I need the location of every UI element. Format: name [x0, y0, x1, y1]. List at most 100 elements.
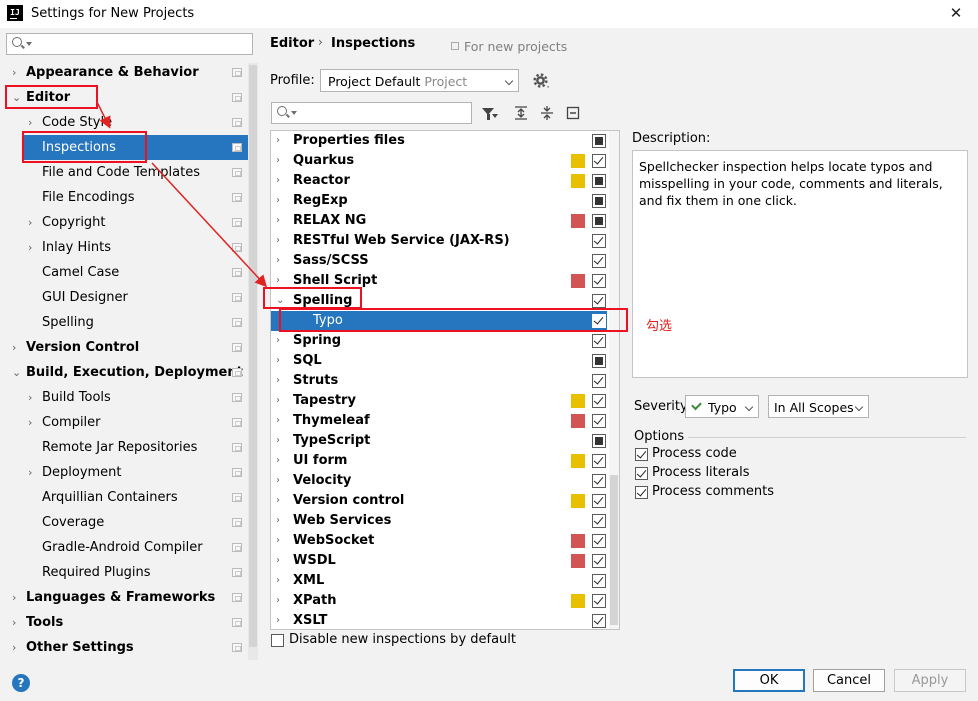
disable-new-inspections-label[interactable]: Disable new inspections by default — [289, 632, 516, 647]
chevron-right-icon[interactable]: › — [276, 251, 280, 271]
chevron-right-icon[interactable]: › — [276, 411, 280, 431]
chevron-right-icon[interactable]: › — [276, 151, 280, 171]
inspection-search-input[interactable] — [271, 102, 472, 124]
sidebar-item-remote-jar-repositories[interactable]: Remote Jar Repositories — [0, 435, 248, 460]
inspection-row-wsdl[interactable]: › WSDL — [271, 551, 607, 571]
chevron-right-icon[interactable]: › — [276, 391, 280, 411]
sidebar-item-file-and-code-templates[interactable]: File and Code Templates — [0, 160, 248, 185]
inspection-row-relax-ng[interactable]: › RELAX NG — [271, 211, 607, 231]
inspection-enabled-checkbox[interactable] — [592, 374, 606, 388]
sidebar-item-inlay-hints[interactable]: › Inlay Hints — [0, 235, 248, 260]
chevron-right-icon[interactable]: › — [28, 210, 32, 235]
inspection-enabled-checkbox[interactable] — [592, 254, 606, 268]
ok-button[interactable]: OK — [733, 669, 805, 692]
sidebar-item-copyright[interactable]: › Copyright — [0, 210, 248, 235]
inspection-row-ui-form[interactable]: › UI form — [271, 451, 607, 471]
inspection-enabled-checkbox[interactable] — [592, 334, 606, 348]
chevron-right-icon[interactable]: › — [276, 351, 280, 371]
inspection-enabled-checkbox[interactable] — [592, 474, 606, 488]
inspection-row-sql[interactable]: › SQL — [271, 351, 607, 371]
process-code-checkbox[interactable] — [635, 448, 648, 461]
inspection-enabled-checkbox[interactable] — [592, 354, 606, 368]
sidebar-item-other-settings[interactable]: › Other Settings — [0, 635, 248, 660]
sidebar-item-required-plugins[interactable]: Required Plugins — [0, 560, 248, 585]
inspection-row-spring[interactable]: › Spring — [271, 331, 607, 351]
chevron-right-icon[interactable]: › — [28, 410, 32, 435]
chevron-right-icon[interactable]: › — [276, 511, 280, 531]
sidebar-item-arquillian-containers[interactable]: Arquillian Containers — [0, 485, 248, 510]
inspection-enabled-checkbox[interactable] — [592, 174, 606, 188]
chevron-right-icon[interactable]: › — [276, 611, 280, 629]
inspection-enabled-checkbox[interactable] — [592, 534, 606, 548]
gear-icon[interactable] — [531, 71, 550, 90]
inspection-row-typescript[interactable]: › TypeScript — [271, 431, 607, 451]
inspection-row-xslt[interactable]: › XSLT — [271, 611, 607, 629]
scope-select[interactable]: In All Scopes — [768, 395, 869, 418]
process-comments-label[interactable]: Process comments — [652, 484, 774, 499]
sidebar-item-gui-designer[interactable]: GUI Designer — [0, 285, 248, 310]
apply-button[interactable]: Apply — [894, 669, 966, 692]
chevron-right-icon[interactable]: › — [276, 231, 280, 251]
inspection-enabled-checkbox[interactable] — [592, 414, 606, 428]
inspection-enabled-checkbox[interactable] — [592, 454, 606, 468]
chevron-right-icon[interactable]: › — [12, 635, 16, 660]
sidebar-item-compiler[interactable]: › Compiler — [0, 410, 248, 435]
inspections-scrollbar-thumb[interactable] — [610, 475, 618, 625]
chevron-right-icon[interactable]: › — [276, 131, 280, 151]
sidebar-item-coverage[interactable]: Coverage — [0, 510, 248, 535]
inspection-enabled-checkbox[interactable] — [592, 234, 606, 248]
disable-new-inspections-checkbox[interactable] — [271, 634, 284, 647]
inspection-row-websocket[interactable]: › WebSocket — [271, 531, 607, 551]
process-comments-checkbox[interactable] — [635, 486, 648, 499]
inspection-enabled-checkbox[interactable] — [592, 214, 606, 228]
inspection-enabled-checkbox[interactable] — [592, 494, 606, 508]
sidebar-item-gradle-android-compiler[interactable]: Gradle-Android Compiler — [0, 535, 248, 560]
sidebar-item-tools[interactable]: › Tools — [0, 610, 248, 635]
process-literals-label[interactable]: Process literals — [652, 465, 749, 480]
inspection-enabled-checkbox[interactable] — [592, 594, 606, 608]
sidebar-item-version-control[interactable]: › Version Control — [0, 335, 248, 360]
inspection-row-restful-web-service-jax-rs[interactable]: › RESTful Web Service (JAX-RS) — [271, 231, 607, 251]
sidebar-item-file-encodings[interactable]: File Encodings — [0, 185, 248, 210]
search-history-dropdown-icon[interactable] — [291, 111, 297, 115]
inspection-enabled-checkbox[interactable] — [592, 434, 606, 448]
inspection-enabled-checkbox[interactable] — [592, 514, 606, 528]
chevron-right-icon[interactable]: › — [276, 171, 280, 191]
filter-dropdown-icon[interactable] — [492, 114, 498, 118]
inspection-enabled-checkbox[interactable] — [592, 554, 606, 568]
chevron-right-icon[interactable]: › — [28, 460, 32, 485]
chevron-right-icon[interactable]: › — [28, 385, 32, 410]
chevron-right-icon[interactable]: › — [12, 60, 16, 85]
severity-select[interactable]: Typo — [685, 395, 759, 418]
settings-search-input[interactable] — [6, 33, 253, 55]
sidebar-item-deployment[interactable]: › Deployment — [0, 460, 248, 485]
chevron-right-icon[interactable]: › — [276, 591, 280, 611]
chevron-right-icon[interactable]: › — [276, 491, 280, 511]
breadcrumb-editor[interactable]: Editor — [270, 36, 314, 51]
chevron-right-icon[interactable]: › — [276, 471, 280, 491]
inspection-row-reactor[interactable]: › Reactor — [271, 171, 607, 191]
chevron-right-icon[interactable]: › — [276, 431, 280, 451]
close-window-icon[interactable]: ✕ — [946, 3, 966, 23]
chevron-right-icon[interactable]: › — [276, 571, 280, 591]
inspection-row-xpath[interactable]: › XPath — [271, 591, 607, 611]
chevron-right-icon[interactable]: › — [28, 235, 32, 260]
chevron-down-icon[interactable]: ⌄ — [12, 360, 21, 385]
sidebar-item-camel-case[interactable]: Camel Case — [0, 260, 248, 285]
sidebar-item-languages-frameworks[interactable]: › Languages & Frameworks — [0, 585, 248, 610]
sidebar-item-spelling[interactable]: Spelling — [0, 310, 248, 335]
chevron-right-icon[interactable]: › — [12, 585, 16, 610]
chevron-right-icon[interactable]: › — [276, 331, 280, 351]
sidebar-item-build-tools[interactable]: › Build Tools — [0, 385, 248, 410]
cancel-button[interactable]: Cancel — [813, 669, 885, 692]
profile-select[interactable]: Project Default Project — [320, 69, 519, 92]
sidebar-scrollbar-thumb[interactable] — [249, 65, 257, 647]
expand-all-icon[interactable] — [513, 105, 529, 121]
inspection-enabled-checkbox[interactable] — [592, 154, 606, 168]
chevron-right-icon[interactable]: › — [276, 211, 280, 231]
chevron-right-icon[interactable]: › — [276, 371, 280, 391]
chevron-right-icon[interactable]: › — [276, 531, 280, 551]
help-icon[interactable]: ? — [12, 674, 30, 692]
inspection-row-properties-files[interactable]: › Properties files — [271, 131, 607, 151]
process-literals-checkbox[interactable] — [635, 467, 648, 480]
